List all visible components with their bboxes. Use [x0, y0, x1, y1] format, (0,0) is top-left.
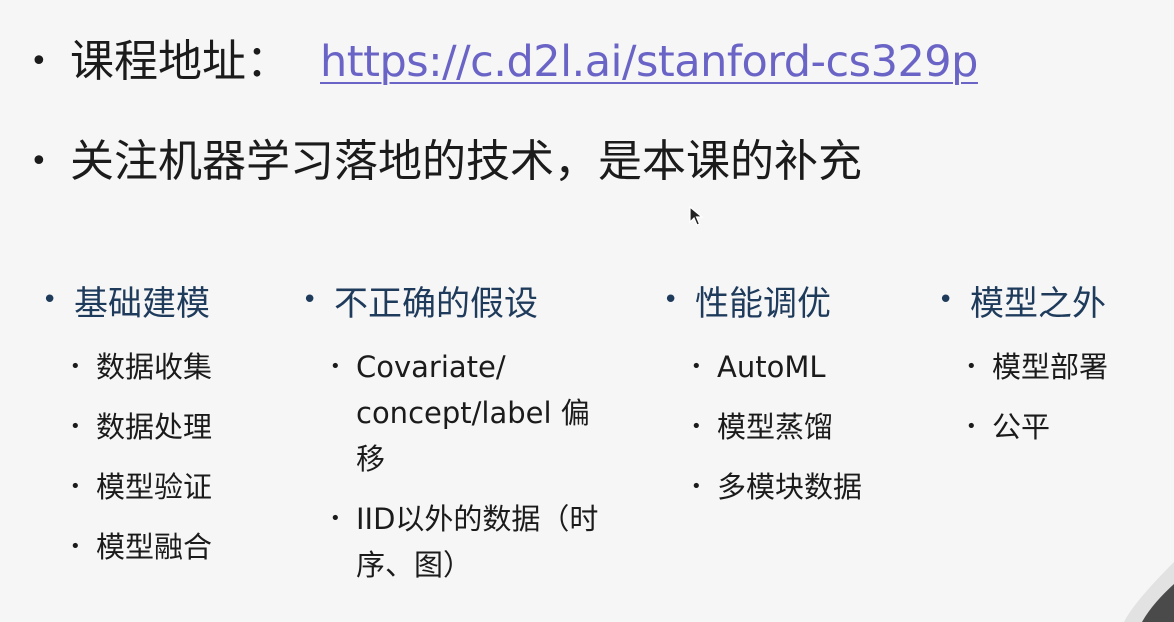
bullet-dot: •	[330, 356, 341, 377]
bullet-dot: •	[30, 44, 48, 79]
bullet-dot: •	[966, 416, 977, 437]
slide: • 课程地址： https://c.d2l.ai/stanford-cs329p…	[0, 0, 1174, 622]
bullet-dot: •	[691, 356, 702, 377]
column-incorrect-assumptions: • 不正确的假设 • Covariate/ concept/label 偏移 •…	[302, 280, 606, 602]
decorative-corner-shape	[1124, 562, 1174, 622]
mouse-pointer-icon	[689, 206, 704, 226]
column-title: 模型之外	[970, 283, 1106, 324]
column-items: • 模型部署 • 公平	[938, 344, 1108, 450]
list-item-text: 模型蒸馏	[717, 410, 834, 444]
bullet-dot: •	[70, 416, 81, 437]
column-title: 性能调优	[695, 283, 831, 324]
list-item-text: 公平	[992, 410, 1051, 444]
bullet-dot: •	[70, 536, 81, 557]
list-item: • 模型融合	[70, 524, 212, 570]
list-item-text: 模型融合	[96, 530, 213, 564]
focus-text: 关注机器学习落地的技术，是本课的补充	[70, 136, 862, 187]
list-item-text: 多模块数据	[717, 470, 863, 504]
list-item: • Covariate/ concept/label 偏移	[330, 344, 606, 482]
list-item-text: 数据处理	[96, 410, 213, 444]
list-item: • 模型部署	[966, 344, 1108, 390]
course-url-link[interactable]: https://c.d2l.ai/stanford-cs329p	[320, 40, 978, 84]
course-address-label: 课程地址：	[70, 36, 290, 87]
focus-bullet: • 关注机器学习落地的技术，是本课的补充	[30, 140, 862, 184]
list-item-text: AutoML	[717, 350, 826, 384]
column-items: • 数据收集 • 数据处理 • 模型验证 • 模型融合	[42, 344, 212, 570]
bullet-dot: •	[691, 476, 702, 497]
bullet-dot: •	[70, 356, 81, 377]
list-item: • 多模块数据	[691, 464, 862, 510]
column-heading: • 基础建模	[42, 280, 212, 324]
bullet-dot: •	[70, 476, 81, 497]
list-item-text: IID以外的数据（时序、图）	[356, 502, 599, 582]
column-heading: • 不正确的假设	[302, 280, 606, 324]
column-title: 不正确的假设	[334, 283, 538, 324]
list-item: • AutoML	[691, 344, 862, 390]
list-item: • 模型蒸馏	[691, 404, 862, 450]
bullet-dot: •	[663, 285, 679, 315]
bullet-dot: •	[42, 285, 58, 315]
column-basic-modeling: • 基础建模 • 数据收集 • 数据处理 • 模型验证 • 模型融合	[42, 280, 212, 584]
column-beyond-models: • 模型之外 • 模型部署 • 公平	[938, 280, 1108, 464]
bullet-dot: •	[938, 285, 954, 315]
bullet-dot: •	[691, 416, 702, 437]
bullet-dot: •	[966, 356, 977, 377]
bullet-dot: •	[302, 285, 318, 315]
list-item: • 公平	[966, 404, 1108, 450]
column-performance-tuning: • 性能调优 • AutoML • 模型蒸馏 • 多模块数据	[663, 280, 862, 524]
column-items: • Covariate/ concept/label 偏移 • IID以外的数据…	[302, 344, 606, 588]
column-title: 基础建模	[74, 283, 210, 324]
bullet-dot: •	[330, 508, 341, 529]
list-item: • 模型验证	[70, 464, 212, 510]
bullet-dot: •	[30, 144, 48, 179]
list-item-text: Covariate/ concept/label 偏移	[356, 350, 590, 476]
course-address-bullet: • 课程地址： https://c.d2l.ai/stanford-cs329p	[30, 40, 978, 84]
list-item-text: 模型部署	[992, 350, 1109, 384]
list-item: • 数据处理	[70, 404, 212, 450]
list-item-text: 数据收集	[96, 350, 213, 384]
column-heading: • 性能调优	[663, 280, 862, 324]
column-items: • AutoML • 模型蒸馏 • 多模块数据	[663, 344, 862, 510]
list-item: • 数据收集	[70, 344, 212, 390]
list-item: • IID以外的数据（时序、图）	[330, 496, 606, 588]
list-item-text: 模型验证	[96, 470, 213, 504]
column-heading: • 模型之外	[938, 280, 1108, 324]
